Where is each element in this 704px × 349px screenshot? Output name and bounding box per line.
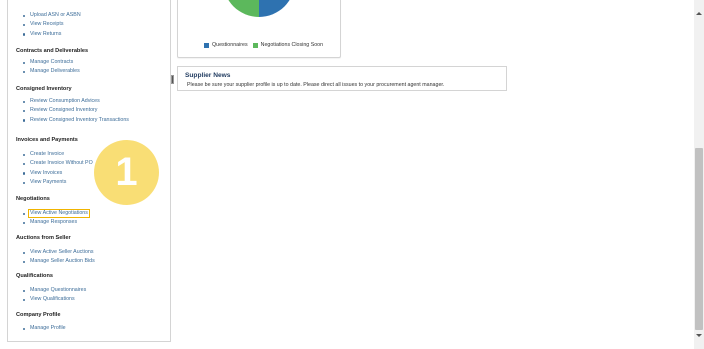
top-items-list: Upload ASN or ASBN View Receipts View Re… (22, 11, 81, 39)
step-callout-badge: 1 (94, 140, 159, 205)
legend-label-negotiations: Negotiations Closing Soon (260, 42, 324, 48)
pie-chart (228, 0, 290, 17)
sidebar-item-view-returns[interactable]: View Returns (22, 30, 81, 39)
step-callout-number: 1 (115, 150, 138, 194)
sidebar-item-consumption-advices[interactable]: Review Consumption Advices (22, 97, 129, 106)
sidebar-item-create-invoice[interactable]: Create Invoice (22, 150, 93, 159)
legend-swatch-negotiations (252, 42, 258, 48)
section-title-auctions: Auctions from Seller (16, 235, 71, 241)
qualifications-list: Manage Questionnaires View Qualification… (22, 286, 86, 305)
sidebar-item-view-receipts[interactable]: View Receipts (22, 20, 81, 29)
sidebar-item-view-active-negotiations[interactable]: View Active Negotiations (22, 209, 90, 218)
scrollbar-thumb[interactable] (695, 148, 703, 330)
legend-label-questionnaires: Questionnaires (212, 42, 248, 48)
company-profile-list: Manage Profile (22, 324, 66, 333)
supplier-news-title: Supplier News (185, 72, 231, 79)
sidebar-item-manage-profile[interactable]: Manage Profile (22, 324, 66, 333)
legend-swatch-questionnaires (204, 42, 209, 48)
sidebar-item-create-invoice-without-po[interactable]: Create Invoice Without PO (22, 159, 93, 168)
section-title-company-profile: Company Profile (16, 312, 61, 318)
pie-slice-negotiations-closing-soon (228, 0, 259, 17)
sidebar-item-view-invoices[interactable]: View Invoices (22, 169, 93, 178)
section-title-negotiations: Negotiations (16, 196, 50, 202)
scroll-down-arrow-icon[interactable] (696, 334, 702, 337)
contracts-list: Manage Contracts Manage Deliverables (22, 58, 80, 77)
auctions-list: View Active Seller Auctions Manage Selle… (22, 248, 95, 267)
scroll-up-arrow-icon[interactable] (696, 12, 702, 15)
sidebar-item-consigned-transactions[interactable]: Review Consigned Inventory Transactions (22, 116, 129, 125)
sidebar-item-manage-contracts[interactable]: Manage Contracts (22, 58, 80, 67)
chart-legend: Questionnaires Negotiations Closing Soon (204, 42, 328, 48)
sidebar-item-manage-seller-bids[interactable]: Manage Seller Auction Bids (22, 257, 95, 266)
sidebar-item-manage-questionnaires[interactable]: Manage Questionnaires (22, 286, 86, 295)
chart-panel: Questionnaires Negotiations Closing Soon (177, 0, 341, 58)
section-title-qualifications: Qualifications (16, 273, 53, 279)
section-title-invoices: Invoices and Payments (16, 137, 78, 143)
supplier-news-message: Please be sure your supplier profile is … (187, 82, 445, 88)
sidebar-item-view-qualifications[interactable]: View Qualifications (22, 295, 86, 304)
supplier-news-panel: Supplier News Please be sure your suppli… (177, 66, 507, 91)
sidebar-item-manage-deliverables[interactable]: Manage Deliverables (22, 67, 80, 76)
sidebar-item-consigned-inventory[interactable]: Review Consigned Inventory (22, 106, 129, 115)
sidebar-item-view-payments[interactable]: View Payments (22, 178, 93, 187)
sidebar-collapse-handle[interactable] (171, 75, 174, 84)
sidebar-item-upload-asn[interactable]: Upload ASN or ASBN (22, 11, 81, 20)
pie-slice-questionnaires (259, 0, 290, 17)
consigned-list: Review Consumption Advices Review Consig… (22, 97, 129, 125)
sidebar-item-view-seller-auctions[interactable]: View Active Seller Auctions (22, 248, 95, 257)
sidebar-item-manage-responses[interactable]: Manage Responses (22, 218, 90, 227)
negotiations-list: View Active Negotiations Manage Response… (22, 209, 90, 228)
section-title-consigned: Consigned Inventory (16, 86, 72, 92)
vertical-scrollbar[interactable] (694, 0, 704, 349)
invoices-list: Create Invoice Create Invoice Without PO… (22, 150, 93, 188)
section-title-contracts: Contracts and Deliverables (16, 48, 89, 54)
